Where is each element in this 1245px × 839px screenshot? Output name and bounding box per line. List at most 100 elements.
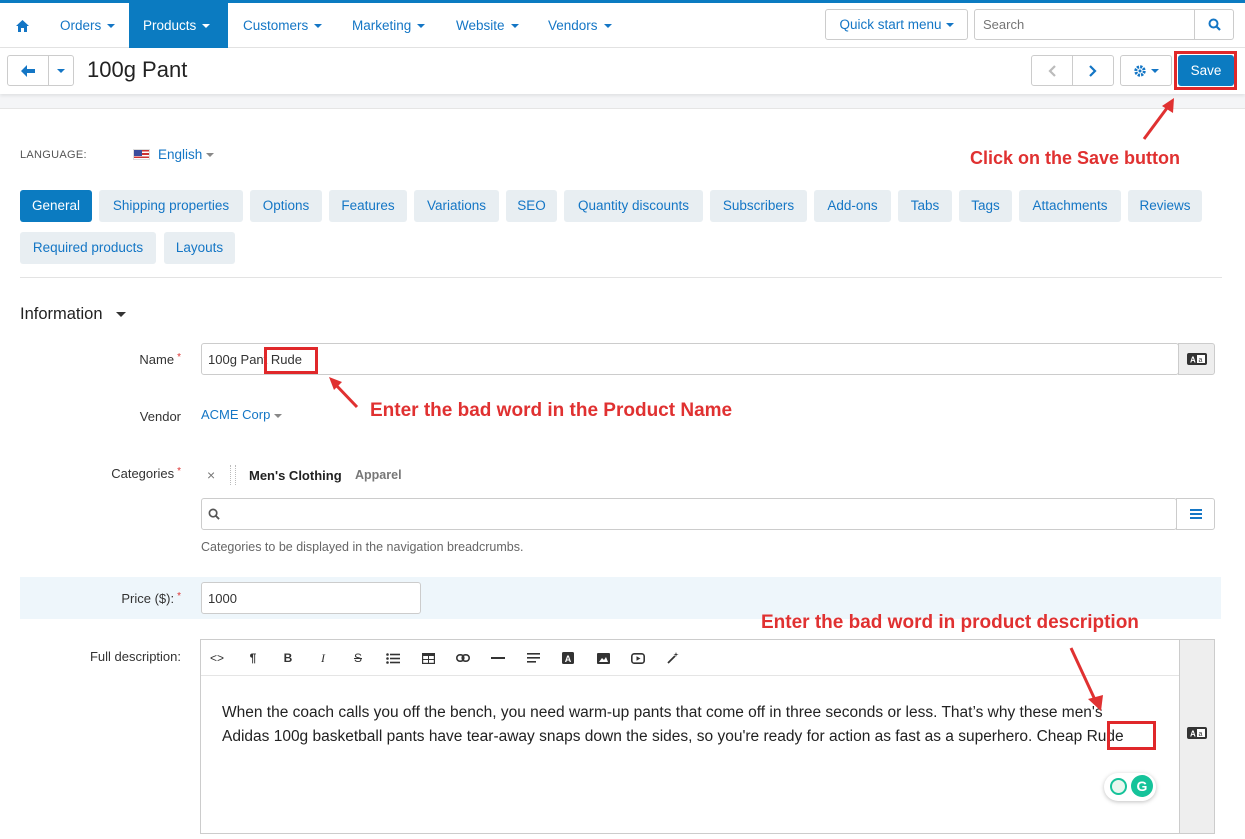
code-view-icon[interactable]: <> [206,647,228,669]
price-label: Price ($): * [21,591,181,606]
description-line-2: Adidas 100g basketball pants have tear-a… [222,725,1162,749]
link-icon[interactable] [452,647,474,669]
chevron-down-icon [107,24,116,29]
table-icon[interactable] [417,647,439,669]
drag-handle[interactable] [230,465,236,485]
previous-product-button[interactable] [1031,55,1073,86]
tab-shipping-properties[interactable]: Shipping properties [99,190,243,222]
vendor-value: ACME Corp [201,407,271,422]
tab-variations[interactable]: Variations [414,190,499,222]
chevron-down-icon [417,24,426,29]
font-color-icon[interactable]: A [557,647,579,669]
required-marker: * [177,466,181,477]
tab-subscribers[interactable]: Subscribers [710,190,807,222]
tab-tags[interactable]: Tags [959,190,1012,222]
description-editor: <> ¶ B I S A Aa When the coach calls you… [200,639,1215,834]
bold-icon[interactable]: B [277,647,299,669]
description-line-1: When the coach calls you off the bench, … [222,704,1103,721]
search-icon [1208,18,1221,31]
information-section-toggle[interactable]: Information [20,305,127,324]
magic-wand-icon[interactable] [662,647,684,669]
name-label-text: Name [139,352,175,367]
description-line-2-text: Adidas 100g basketball pants have tear-a… [222,728,1083,745]
category-main: Men's Clothing [249,468,342,483]
nav-website[interactable]: Website [442,3,533,48]
tab-attachments[interactable]: Attachments [1019,190,1121,222]
translate-icon: Aa [1187,727,1207,739]
category-search-field[interactable] [201,498,1177,530]
language-label: LANGUAGE: [20,149,87,161]
arrow-to-save-icon [1142,98,1174,140]
annotation-save: Click on the Save button [970,148,1181,168]
chevron-down-icon [1151,68,1159,73]
tab-general[interactable]: General [20,190,92,222]
chevron-down-icon [945,23,954,28]
tab-layouts[interactable]: Layouts [164,232,235,264]
price-field[interactable]: 1000 [201,582,421,614]
svg-text:a: a [1199,731,1203,738]
search-button[interactable] [1194,10,1233,39]
top-navigation: Orders Products Customers Marketing Webs… [0,0,1245,48]
paragraph-icon[interactable]: ¶ [242,647,264,669]
language-selector[interactable]: English [133,147,215,162]
strikethrough-icon[interactable]: S [347,647,369,669]
search-icon [208,508,220,520]
quick-start-menu-button[interactable]: Quick start menu [825,9,968,40]
search-input[interactable] [975,10,1195,39]
categories-label: Categories * [21,466,181,481]
vendor-selector[interactable]: ACME Corp [201,407,283,422]
chevron-left-icon [1048,64,1056,77]
unordered-list-icon[interactable] [382,647,404,669]
italic-icon[interactable]: I [312,647,334,669]
horizontal-rule-icon[interactable] [487,647,509,669]
list-icon [1189,509,1202,519]
translate-name-button[interactable]: Aa [1178,343,1215,375]
settings-dropdown-button[interactable] [1120,55,1172,86]
video-icon[interactable] [627,647,649,669]
back-dropdown-button[interactable] [48,55,74,86]
nav-orders[interactable]: Orders [46,3,129,48]
back-button[interactable] [7,55,49,86]
svg-text:A: A [1190,730,1196,739]
image-icon[interactable] [592,647,614,669]
tab-add-ons[interactable]: Add-ons [814,190,891,222]
nav-marketing[interactable]: Marketing [338,3,439,48]
category-sub: Apparel [355,468,402,482]
tab-features[interactable]: Features [329,190,407,222]
grammarly-widget[interactable]: G [1104,773,1156,801]
home-button[interactable] [0,3,45,48]
tab-tabs[interactable]: Tabs [898,190,952,222]
us-flag-icon [133,149,150,160]
svg-text:a: a [1198,357,1202,364]
nav-vendors-label: Vendors [548,18,598,33]
nav-customers-label: Customers [243,18,309,33]
tab-reviews[interactable]: Reviews [1128,190,1202,222]
description-text-area[interactable]: When the coach calls you off the bench, … [222,701,1162,749]
annotation-description: Enter the bad word in product descriptio… [761,612,1139,633]
tab-options[interactable]: Options [250,190,322,222]
nav-vendors[interactable]: Vendors [534,3,626,48]
nav-products-label: Products [143,18,197,33]
nav-orders-label: Orders [60,18,102,33]
chevron-down-icon [603,24,612,29]
arrow-to-name-icon [329,377,359,409]
nav-products[interactable]: Products [129,3,228,48]
nav-customers[interactable]: Customers [229,3,336,48]
next-product-button[interactable] [1072,55,1114,86]
tab-quantity-discounts[interactable]: Quantity discounts [564,190,703,222]
chevron-down-icon [57,68,65,73]
home-icon [16,20,29,33]
description-label: Full description: [89,649,181,664]
gear-icon [1134,64,1146,77]
name-field[interactable]: 100g Pant Rude [201,343,1179,375]
categories-hint: Categories to be displayed in the naviga… [201,540,524,554]
tab-seo[interactable]: SEO [506,190,557,222]
tab-required-products[interactable]: Required products [20,232,156,264]
remove-category-icon[interactable]: × [207,467,215,483]
category-list-button[interactable] [1176,498,1215,530]
nav-website-label: Website [456,18,505,33]
editor-toolbar: <> ¶ B I S A [201,640,1179,676]
align-icon[interactable] [522,647,544,669]
translate-description-button[interactable]: Aa [1187,727,1207,742]
page-title: 100g Pant [87,57,188,82]
